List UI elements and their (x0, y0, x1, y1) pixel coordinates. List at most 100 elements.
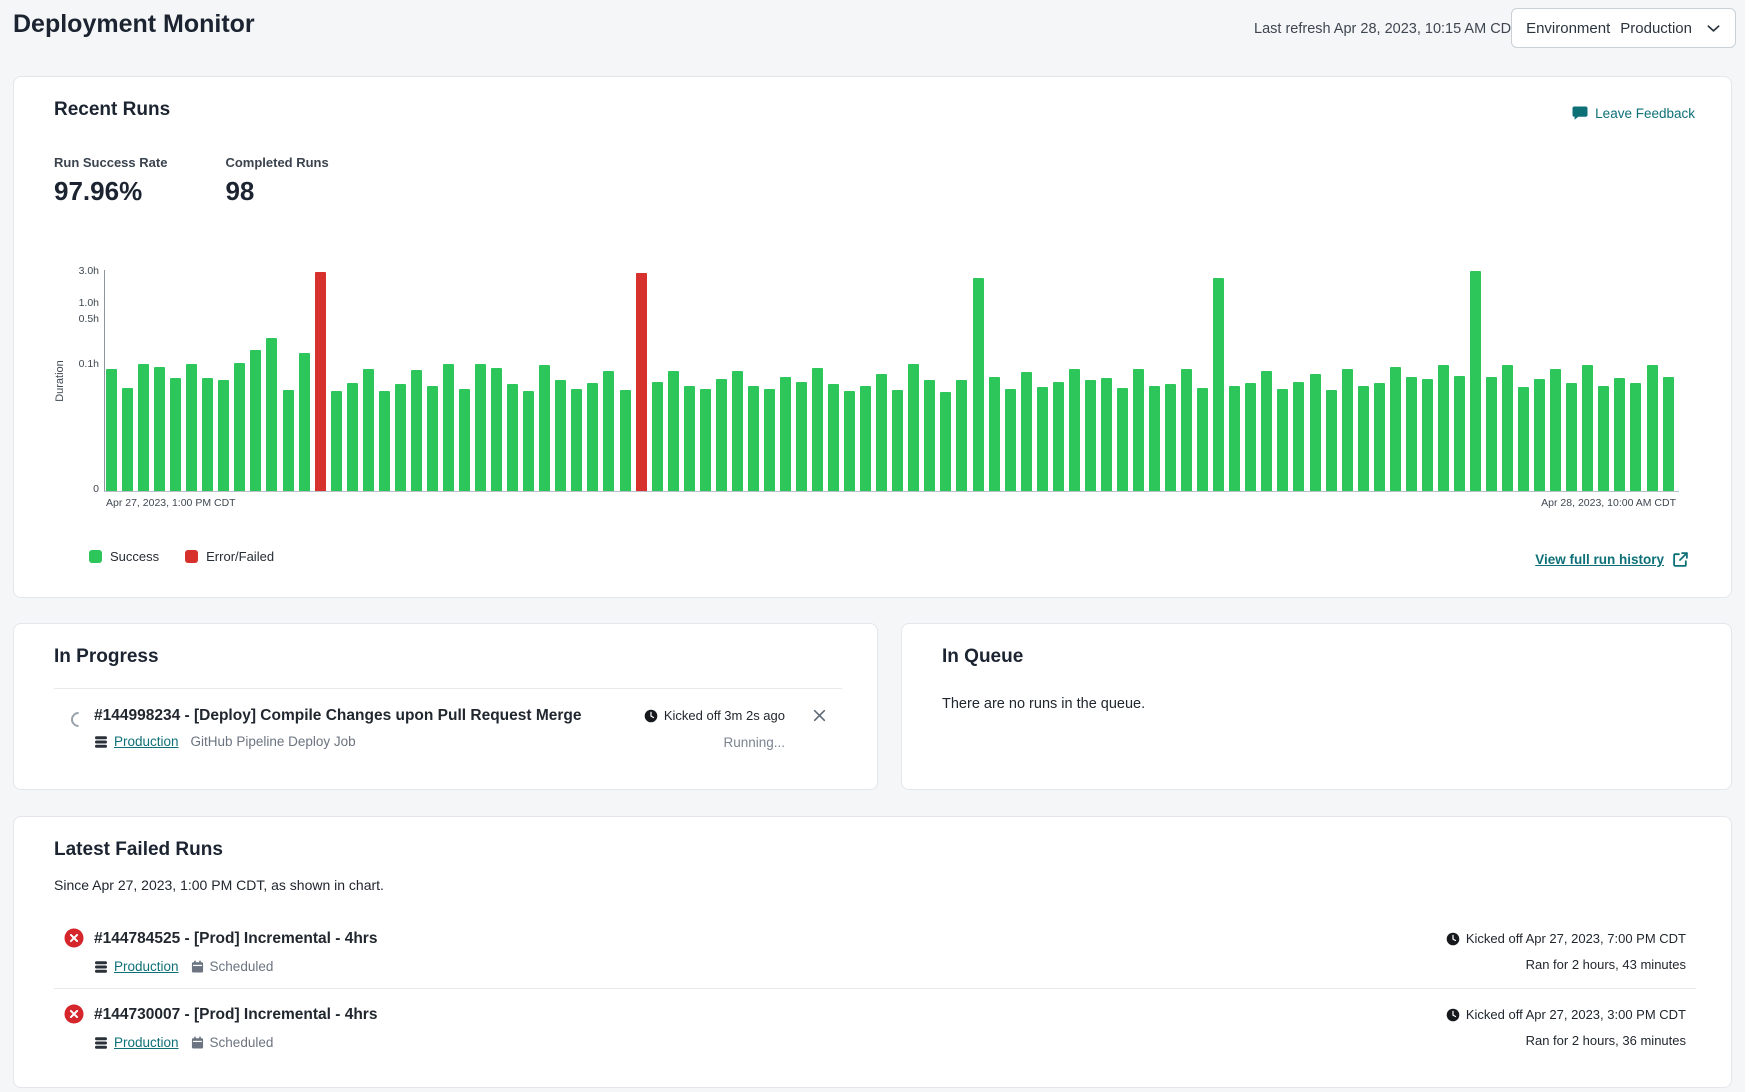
chart-bar-success[interactable] (106, 369, 117, 491)
chart-bar-success[interactable] (427, 386, 438, 491)
chart-bar-success[interactable] (475, 364, 486, 491)
chart-bar-success[interactable] (1197, 388, 1208, 491)
chart-bar-success[interactable] (603, 371, 614, 491)
environment-link[interactable]: Production (94, 1035, 179, 1050)
chart-bar-success[interactable] (1021, 372, 1032, 491)
chart-bar-success[interactable] (1261, 371, 1272, 491)
chart-bar-success[interactable] (170, 378, 181, 491)
chart-bar-success[interactable] (1486, 377, 1497, 491)
chart-bar-success[interactable] (1550, 369, 1561, 492)
chart-bar-success[interactable] (587, 383, 598, 491)
chart-bar-success[interactable] (1582, 365, 1593, 491)
chart-bar-success[interactable] (989, 377, 1000, 491)
chart-bar-success[interactable] (716, 379, 727, 491)
chart-bar-failed[interactable] (636, 273, 647, 491)
close-icon[interactable] (812, 708, 827, 723)
chart-bar-success[interactable] (1566, 383, 1577, 491)
chart-bar-success[interactable] (973, 278, 984, 492)
chart-bar-success[interactable] (1213, 278, 1224, 492)
chart-bar-success[interactable] (1181, 369, 1192, 491)
chart-bar-success[interactable] (1133, 369, 1144, 491)
chart-bar-success[interactable] (459, 389, 470, 491)
chart-bar-success[interactable] (379, 391, 390, 491)
chart-bar-success[interactable] (507, 384, 518, 491)
chart-bar-success[interactable] (908, 364, 919, 491)
chart-bar-success[interactable] (218, 380, 229, 491)
chart-bar-success[interactable] (652, 382, 663, 491)
chart-bar-success[interactable] (1598, 386, 1609, 491)
chart-bar-success[interactable] (1037, 387, 1048, 491)
chart-bar-success[interactable] (1534, 379, 1545, 491)
chart-bar-success[interactable] (924, 380, 935, 491)
chart-bar-success[interactable] (1310, 374, 1321, 491)
chart-bar-success[interactable] (1374, 383, 1385, 491)
chart-bar-success[interactable] (748, 386, 759, 491)
chart-bar-success[interactable] (1085, 380, 1096, 491)
chart-bar-success[interactable] (523, 391, 534, 491)
chart-bar-success[interactable] (1406, 377, 1417, 491)
environment-link[interactable]: Production (94, 959, 179, 974)
chart-bar-success[interactable] (154, 367, 165, 491)
chart-bar-success[interactable] (1245, 383, 1256, 491)
chart-bar-success[interactable] (1358, 386, 1369, 491)
chart-bar-success[interactable] (539, 365, 550, 491)
chart-bar-success[interactable] (1438, 365, 1449, 491)
chart-bar-success[interactable] (395, 384, 406, 491)
chart-bar-success[interactable] (347, 383, 358, 491)
chart-bar-success[interactable] (1053, 382, 1064, 491)
chart-bar-success[interactable] (555, 380, 566, 491)
chart-bar-success[interactable] (828, 384, 839, 491)
chart-bar-success[interactable] (1518, 387, 1529, 491)
chart-bar-success[interactable] (1422, 379, 1433, 491)
chart-bar-success[interactable] (1165, 384, 1176, 491)
chart-bar-success[interactable] (186, 364, 197, 491)
chart-bar-success[interactable] (266, 338, 277, 491)
chart-bar-success[interactable] (1614, 378, 1625, 491)
chart-bar-success[interactable] (764, 389, 775, 491)
chart-bar-success[interactable] (1229, 386, 1240, 491)
chart-bar-success[interactable] (860, 386, 871, 491)
chart-bar-success[interactable] (1326, 390, 1337, 491)
view-full-run-history-link[interactable]: View full run history (1535, 551, 1689, 568)
chart-bar-success[interactable] (1277, 389, 1288, 491)
chart-bar-success[interactable] (620, 390, 631, 491)
chart-bar-success[interactable] (250, 350, 261, 491)
chart-bar-success[interactable] (1390, 367, 1401, 491)
chart-bar-success[interactable] (1005, 389, 1016, 491)
environment-link[interactable]: Production (94, 734, 179, 749)
chart-bar-success[interactable] (331, 391, 342, 491)
chart-bar-success[interactable] (1663, 377, 1674, 491)
chart-bar-success[interactable] (1647, 365, 1658, 491)
chart-bar-success[interactable] (443, 364, 454, 491)
chart-bar-success[interactable] (844, 391, 855, 491)
chart-bar-success[interactable] (1470, 271, 1481, 491)
chart-bar-success[interactable] (876, 374, 887, 491)
chart-bar-success[interactable] (940, 392, 951, 491)
chart-bar-success[interactable] (956, 380, 967, 491)
chart-bar-success[interactable] (234, 363, 245, 491)
chart-bar-success[interactable] (732, 371, 743, 491)
chart-bar-success[interactable] (780, 377, 791, 491)
chart-bar-success[interactable] (491, 368, 502, 491)
chart-bar-failed[interactable] (315, 272, 326, 491)
chart-bar-success[interactable] (1630, 383, 1641, 491)
chart-bar-success[interactable] (1293, 382, 1304, 491)
chart-bar-success[interactable] (1101, 378, 1112, 491)
chart-bar-success[interactable] (571, 389, 582, 491)
chart-bar-success[interactable] (202, 378, 213, 491)
chart-bar-success[interactable] (138, 364, 149, 491)
environment-select[interactable]: Environment Production (1511, 8, 1736, 48)
chart-bar-success[interactable] (1454, 376, 1465, 491)
leave-feedback-link[interactable]: Leave Feedback (1572, 105, 1695, 121)
chart-bar-success[interactable] (363, 369, 374, 491)
chart-bar-success[interactable] (668, 371, 679, 491)
chart-bar-success[interactable] (1502, 365, 1513, 491)
chart-bar-success[interactable] (1117, 388, 1128, 491)
chart-bar-success[interactable] (411, 370, 422, 491)
chart-bar-success[interactable] (812, 368, 823, 491)
chart-bar-success[interactable] (1069, 369, 1080, 491)
chart-bar-success[interactable] (892, 390, 903, 491)
chart-bar-success[interactable] (299, 353, 310, 491)
chart-bar-success[interactable] (796, 382, 807, 491)
chart-bar-success[interactable] (122, 388, 133, 491)
